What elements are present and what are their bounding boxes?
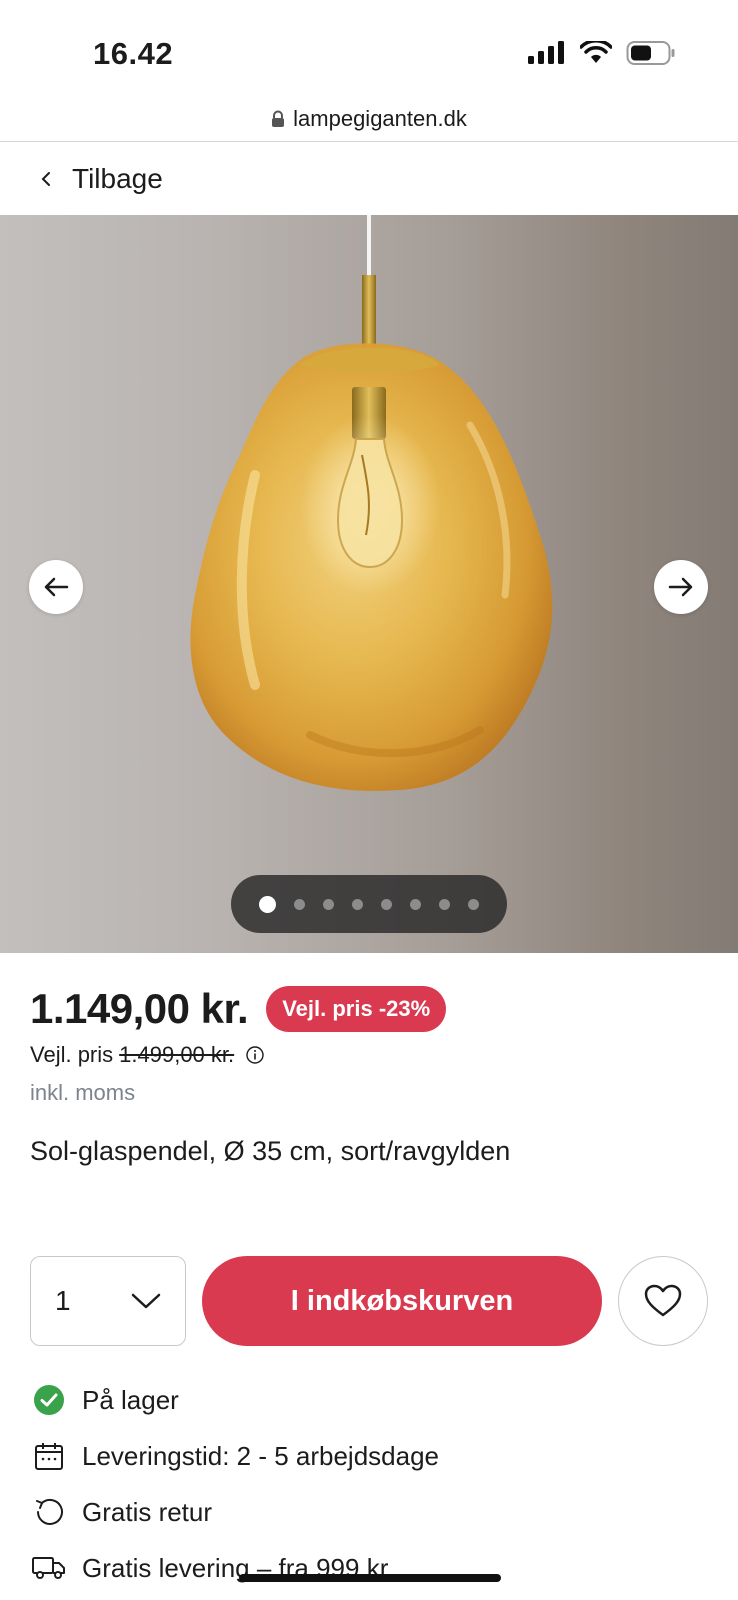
next-image-button[interactable] bbox=[654, 560, 708, 614]
url-text: lampegiganten.dk bbox=[293, 105, 467, 131]
chevron-left-icon bbox=[34, 167, 58, 191]
info-item-stock: På lager bbox=[32, 1372, 712, 1428]
status-icons bbox=[528, 40, 676, 66]
heart-icon bbox=[644, 1284, 682, 1317]
return-icon bbox=[32, 1495, 66, 1529]
image-pagination bbox=[231, 875, 507, 933]
pendant-lamp-image bbox=[190, 215, 553, 791]
vat-note: inkl. moms bbox=[30, 1080, 136, 1105]
arrow-right-icon bbox=[668, 577, 693, 597]
pagination-dot[interactable] bbox=[259, 895, 276, 913]
delivery-info-list: På lager Leveringstid: 2 - 5 arbejdsdage… bbox=[32, 1372, 712, 1596]
pagination-dot[interactable] bbox=[439, 898, 450, 910]
info-item-free-shipping: Gratis levering – fra 999 kr. bbox=[32, 1540, 712, 1596]
wishlist-button[interactable] bbox=[618, 1256, 708, 1346]
product-name: Sol-glaspendel, Ø 35 cm, sort/ravgylden bbox=[30, 1136, 511, 1166]
add-to-cart-button[interactable]: I indkøbskurven bbox=[202, 1256, 602, 1346]
pagination-dot[interactable] bbox=[294, 898, 305, 910]
lock-icon bbox=[272, 110, 285, 127]
calendar-icon bbox=[32, 1439, 66, 1473]
address-bar[interactable]: lampegiganten.dk bbox=[0, 96, 738, 142]
rrp-old-price: 1.499,00 kr. bbox=[119, 1042, 235, 1067]
price-row: 1.149,00 kr. Vejl. pris -23% bbox=[30, 985, 447, 1033]
check-circle-icon bbox=[32, 1383, 66, 1417]
quantity-value: 1 bbox=[55, 1285, 71, 1316]
discount-badge: Vejl. pris -23% bbox=[266, 986, 447, 1032]
info-label: Leveringstid: 2 - 5 arbejdsdage bbox=[82, 1440, 440, 1471]
back-label: Tilbage bbox=[72, 163, 163, 194]
home-indicator bbox=[239, 1574, 501, 1582]
truck-icon bbox=[32, 1551, 66, 1585]
recommended-price-row: Vejl. pris 1.499,00 kr. bbox=[30, 1042, 264, 1068]
pagination-dot[interactable] bbox=[352, 898, 363, 910]
info-icon[interactable] bbox=[246, 1046, 264, 1064]
rrp-label: Vejl. pris bbox=[30, 1042, 114, 1067]
info-label: Gratis retur bbox=[82, 1496, 213, 1527]
back-nav[interactable]: Tilbage bbox=[0, 143, 738, 215]
signal-icon bbox=[528, 41, 564, 64]
pagination-dot[interactable] bbox=[323, 898, 334, 910]
product-price: 1.149,00 kr. bbox=[30, 985, 249, 1032]
pagination-dot[interactable] bbox=[410, 898, 421, 910]
pagination-dot[interactable] bbox=[468, 898, 479, 910]
info-label: På lager bbox=[82, 1384, 179, 1415]
battery-icon bbox=[626, 41, 675, 65]
status-bar: 16.42 bbox=[0, 0, 738, 96]
chevron-down-icon bbox=[131, 1293, 161, 1309]
product-image[interactable] bbox=[0, 215, 738, 953]
wifi-icon bbox=[580, 41, 612, 63]
info-item-returns: Gratis retur bbox=[32, 1484, 712, 1540]
quantity-select[interactable]: 1 bbox=[30, 1256, 186, 1346]
arrow-left-icon bbox=[44, 577, 69, 597]
pagination-dot[interactable] bbox=[381, 898, 392, 910]
previous-image-button[interactable] bbox=[29, 560, 83, 614]
status-time: 16.42 bbox=[93, 36, 174, 71]
info-item-delivery-time: Leveringstid: 2 - 5 arbejdsdage bbox=[32, 1428, 712, 1484]
